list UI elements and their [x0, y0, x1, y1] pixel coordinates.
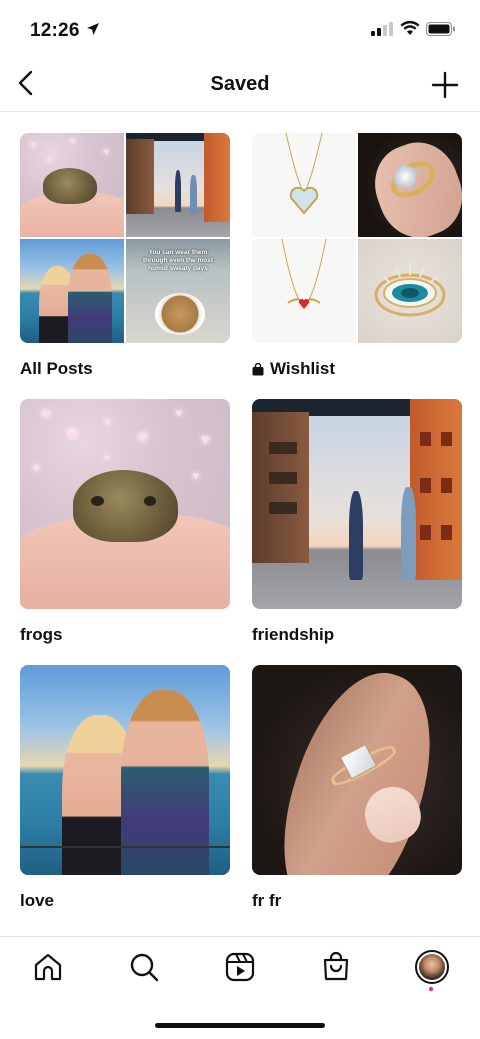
collection-label: frogs: [20, 625, 63, 644]
collection-love[interactable]: love: [20, 665, 230, 912]
add-collection-button[interactable]: [430, 70, 460, 100]
collection-label-text: Wishlist: [270, 359, 336, 378]
home-indicator: [155, 1023, 325, 1028]
collection-label: Wishlist: [252, 358, 462, 380]
frog-image: ♥ ♥ ♥ ♥: [20, 133, 124, 237]
search-icon[interactable]: [128, 951, 160, 983]
collection-thumbnail: ♥ ♥ ♥ ♥ You can wear them through even t…: [20, 133, 230, 343]
header: Saved: [0, 58, 480, 112]
collection-thumbnail: [20, 665, 230, 875]
cellular-signal-icon: [371, 22, 393, 36]
profile-avatar[interactable]: [415, 950, 449, 984]
notification-dot: [429, 987, 433, 991]
collection-label: love: [20, 891, 55, 910]
shop-icon[interactable]: [320, 951, 352, 983]
tiktok-image: You can wear them through even the most …: [126, 239, 230, 343]
evil-eye-ring-image: [358, 239, 462, 343]
wifi-icon: [400, 20, 420, 35]
tiktok-caption: You can wear them through even the most …: [142, 249, 214, 273]
collection-thumbnail: [252, 399, 462, 609]
rings-image: [358, 133, 462, 237]
shopping-bag-icon: [252, 362, 264, 375]
reels-icon[interactable]: [224, 951, 256, 983]
collection-label: All Posts: [20, 359, 93, 378]
status-bar: 12:26: [0, 0, 480, 56]
status-time: 12:26: [30, 20, 80, 41]
collection-thumbnail: ♥ ♥ ♥ ♥ ♥ ♥ ♥ ♥ ♥: [20, 399, 230, 609]
collection-label: fr fr: [252, 891, 282, 910]
heart-necklace-image: [252, 133, 356, 237]
collection-label: friendship: [252, 625, 335, 644]
collection-thumbnail: [252, 133, 462, 343]
home-icon[interactable]: [32, 951, 64, 983]
collection-all-posts[interactable]: ♥ ♥ ♥ ♥ You can wear them through even t…: [20, 133, 230, 380]
love-image: [20, 239, 124, 343]
page-title: Saved: [210, 73, 270, 95]
wing-necklace-image: [252, 239, 356, 343]
collection-thumbnail: [252, 665, 462, 875]
collection-frogs[interactable]: ♥ ♥ ♥ ♥ ♥ ♥ ♥ ♥ ♥ frogs: [20, 399, 230, 646]
battery-icon: [426, 22, 455, 36]
bottom-nav: [0, 936, 480, 1000]
collection-wishlist[interactable]: Wishlist: [252, 133, 462, 380]
collection-fr-fr[interactable]: fr fr: [252, 665, 462, 912]
location-arrow-icon: [87, 23, 99, 35]
collection-friendship[interactable]: friendship: [252, 399, 462, 646]
friendship-image: [126, 133, 230, 237]
